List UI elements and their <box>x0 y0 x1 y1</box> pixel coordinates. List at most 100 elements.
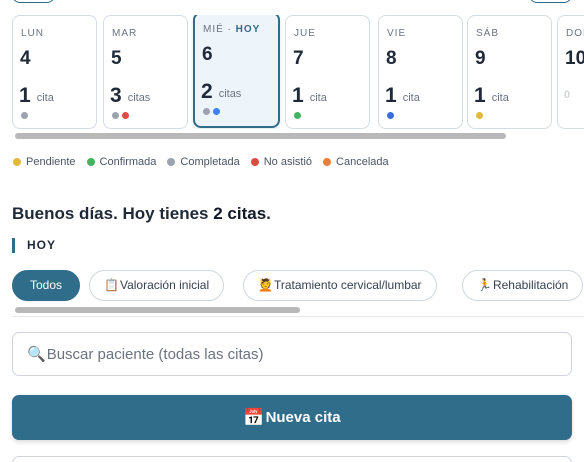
count-unit: citas <box>127 92 151 104</box>
day-number: 6 <box>202 44 213 65</box>
legend-label: Confirmada <box>99 156 157 168</box>
greeting-count: 2 citas <box>213 204 267 223</box>
day-card-5[interactable]: MAR 5 3 citas <box>103 15 188 129</box>
day-name-text: MAR <box>112 28 138 39</box>
status-dots <box>387 112 394 119</box>
status-dots <box>21 112 28 119</box>
day-name-text: VIE <box>387 28 407 39</box>
divider <box>12 316 584 317</box>
legend-dot <box>323 158 332 166</box>
next-week-button[interactable] <box>529 0 572 3</box>
day-name-text: SÁB <box>476 28 500 39</box>
status-dots <box>294 112 301 119</box>
appointment-count: 1 cita <box>385 84 420 108</box>
search-input[interactable] <box>46 345 527 363</box>
day-card-10[interactable]: DOM 10 0 <box>557 15 584 129</box>
massage-icon: 💆 <box>258 278 273 292</box>
new-appointment-label: Nueva cita <box>265 409 341 426</box>
count-value: 1 <box>19 84 31 107</box>
status-dot <box>122 112 129 119</box>
appointment-count: 2 citas <box>201 80 241 104</box>
legend-dot <box>250 158 259 166</box>
day-name-text: JUE <box>294 28 316 39</box>
legend-item: Pendiente <box>13 156 76 168</box>
legend-label: No asistió <box>263 156 313 168</box>
day-card-6[interactable]: MIÉ · HOY 6 2 citas <box>193 15 280 128</box>
legend-dot <box>13 158 21 166</box>
greeting-prefix: Buenos días. Hoy tienes <box>12 204 214 223</box>
legend-label: Cancelada <box>336 156 389 168</box>
count-value: 1 <box>474 84 486 107</box>
legend-item: Completada <box>167 156 240 168</box>
day-name: JUE <box>294 28 316 39</box>
appointment-count: 1 cita <box>474 84 509 108</box>
legend-item: Cancelada <box>323 156 389 168</box>
day-name-text: MIÉ · <box>203 24 236 35</box>
legend-item: No asistió <box>250 156 313 168</box>
legend-item: Confirmada <box>86 156 157 168</box>
status-dots <box>476 112 483 119</box>
count-unit: cita <box>36 92 54 104</box>
appointment-card[interactable] <box>12 456 572 462</box>
day-name: DOM <box>566 28 584 39</box>
filter-todos[interactable]: Todos <box>12 270 80 301</box>
day-name: LUN <box>21 28 44 39</box>
filter-label: Tratamiento cervical/lumbar <box>273 278 422 292</box>
filter-rehabilitacion[interactable]: 🏃Rehabilitación <box>462 270 584 301</box>
day-name-text: DOM <box>566 28 584 39</box>
status-dot <box>476 112 483 119</box>
status-dot <box>112 112 119 119</box>
count-value: 1 <box>385 84 397 107</box>
week-day-strip: LUN 4 1 cita MAR 5 3 citas MIÉ · HOY 6 2 citas JUE 7 1… <box>12 15 584 129</box>
filters-scrollbar[interactable] <box>15 307 300 313</box>
status-dot <box>21 112 28 119</box>
day-number: 7 <box>293 48 304 69</box>
day-strip-scrollbar[interactable] <box>15 133 506 139</box>
filter-label: Rehabilitación <box>492 278 569 292</box>
count-value: 2 <box>201 80 213 103</box>
filter-valoracion-inicial[interactable]: 📋Valoración inicial <box>89 270 225 301</box>
greeting: Buenos días. Hoy tienes 2 citas. <box>12 204 271 224</box>
appointment-count: 1 cita <box>19 84 54 108</box>
count-unit: cita <box>402 92 420 104</box>
count-value: 1 <box>292 84 304 107</box>
legend-dot <box>167 158 176 166</box>
section-title-today: HOY <box>12 238 56 253</box>
status-dot <box>387 112 394 119</box>
day-name: VIE <box>387 28 406 39</box>
greeting-suffix: . <box>266 204 271 223</box>
appointment-count: 1 cita <box>292 84 327 108</box>
status-dot <box>213 108 220 115</box>
count-unit: cita <box>309 92 327 104</box>
day-number: 5 <box>111 48 122 69</box>
clipboard-icon: 📋 <box>104 278 119 292</box>
day-card-7[interactable]: JUE 7 1 cita <box>285 15 370 129</box>
count-unit: cita <box>491 92 509 104</box>
filter-label: Todos <box>29 278 63 292</box>
previous-week-button[interactable] <box>12 0 55 3</box>
day-number: 10 <box>565 48 584 69</box>
day-card-4[interactable]: LUN 4 1 cita <box>12 15 97 129</box>
legend-label: Pendiente <box>26 156 76 168</box>
day-name-text: LUN <box>21 28 45 39</box>
day-name: MIÉ · HOY <box>203 24 260 35</box>
search-icon: 🔍 <box>27 346 46 363</box>
filter-tratamiento-cervical-lumbar[interactable]: 💆Tratamiento cervical/lumbar <box>243 270 437 301</box>
appointment-count: 0 <box>564 84 576 102</box>
day-name: SÁB <box>476 28 499 39</box>
filter-label: Valoración inicial <box>119 278 210 292</box>
count-value: 0 <box>564 89 571 101</box>
patient-search[interactable]: 🔍 <box>12 332 572 376</box>
day-card-9[interactable]: SÁB 9 1 cita <box>467 15 552 129</box>
count-value: 3 <box>110 84 122 107</box>
day-card-8[interactable]: VIE 8 1 cita <box>378 15 463 129</box>
new-appointment-button[interactable]: 📅 Nueva cita <box>12 395 572 440</box>
day-number: 8 <box>386 48 397 69</box>
status-legend: Pendiente Confirmada Completada No asistió C… <box>13 156 389 168</box>
status-dots <box>203 108 220 115</box>
day-number: 9 <box>475 48 486 69</box>
status-dot <box>294 112 301 119</box>
appointment-count: 3 citas <box>110 84 150 108</box>
day-number: 4 <box>20 48 31 69</box>
appointment-type-filters: Todos 📋Valoración inicial 💆Tratamiento cer… <box>12 270 584 302</box>
